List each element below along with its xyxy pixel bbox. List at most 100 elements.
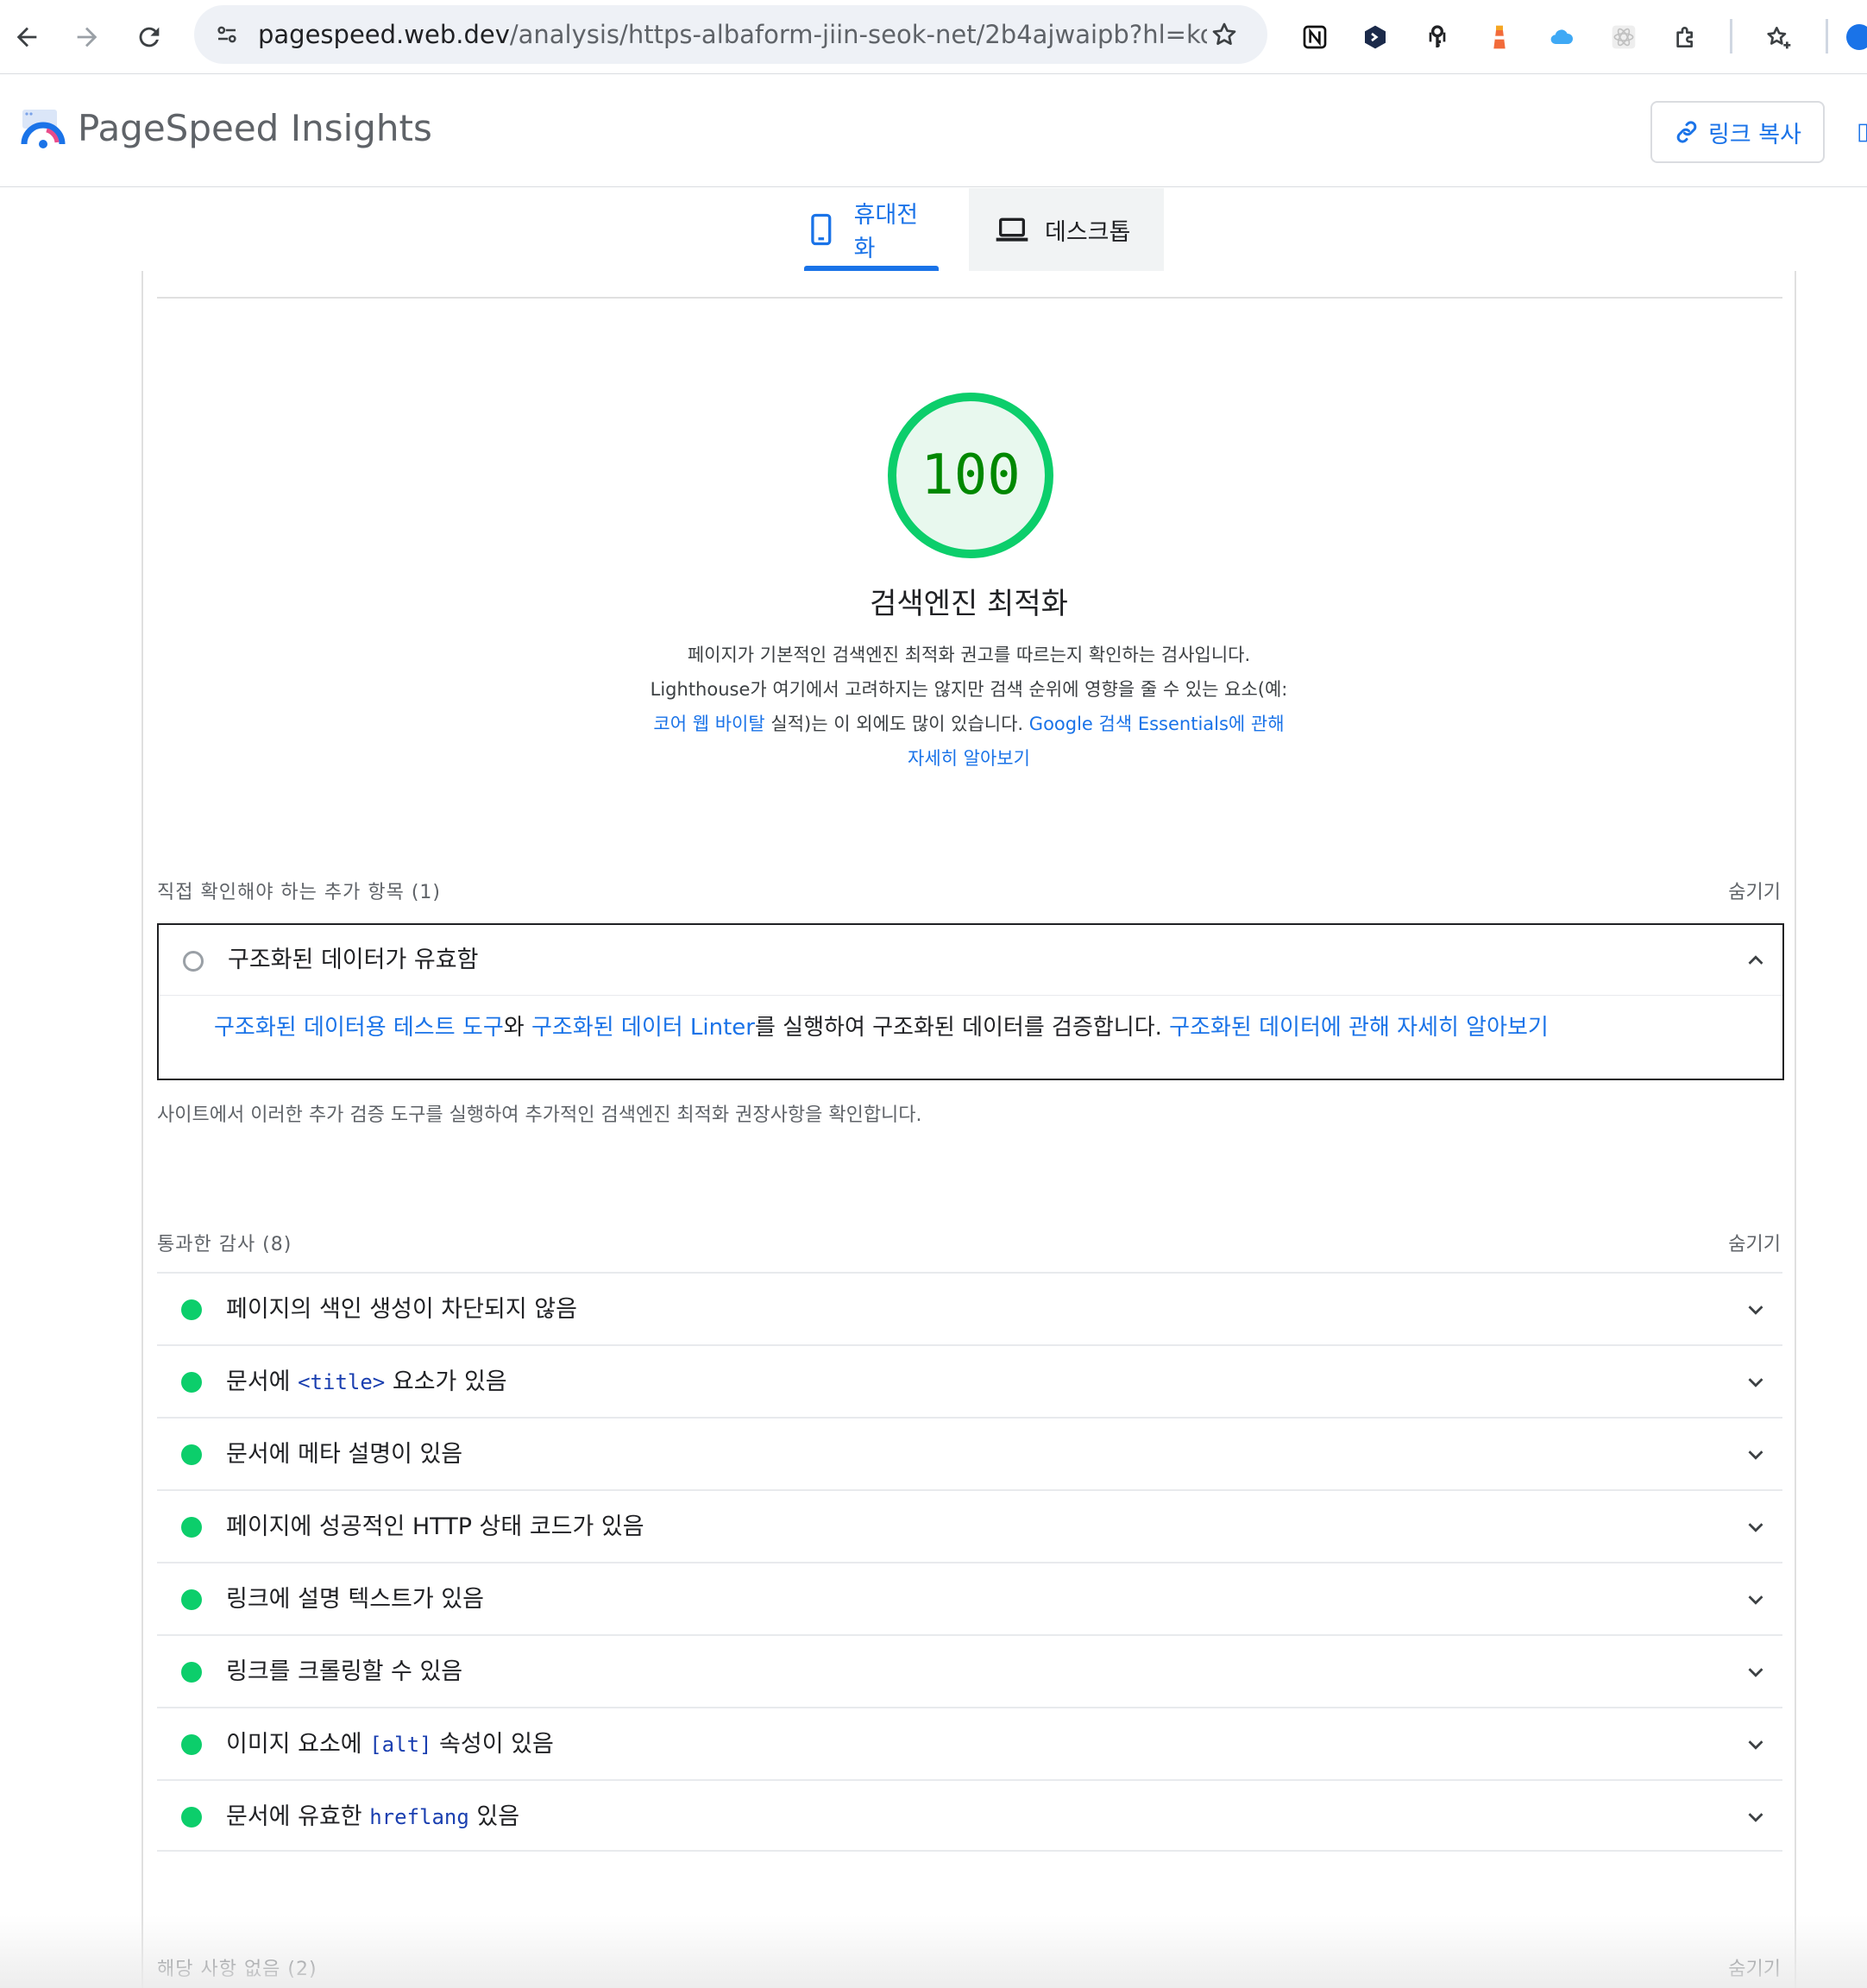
arrow-right-icon (77, 27, 97, 47)
url-text: pagespeed.web.dev/analysis/https-albafor… (258, 5, 1207, 64)
browser-toolbar: pagespeed.web.dev/analysis/https-albafor… (0, 0, 1867, 74)
chevron-down-icon[interactable] (1743, 1804, 1769, 1830)
cloud-icon[interactable] (1540, 16, 1583, 59)
site-info-icon[interactable] (210, 17, 244, 52)
chevron-down-icon[interactable] (1743, 1659, 1769, 1685)
pass-status-icon (181, 1372, 202, 1393)
category-title: 검색엔진 최적화 (870, 587, 1068, 621)
app-header: PageSpeed Insights 링크 복사 ▯ (0, 75, 1867, 187)
audit-title: 문서에 메타 설명이 있음 (226, 1441, 463, 1468)
pass-status-icon (181, 1517, 202, 1538)
tab-mobile-label: 휴대전화 (853, 202, 919, 262)
notion-icon[interactable] (1293, 16, 1336, 59)
passed-audit-list: 페이지의 색인 생성이 차단되지 않음 문서에 <title> 요소가 있음 문… (157, 1272, 1782, 1852)
copy-link-label: 링크 복사 (1708, 121, 1801, 148)
learn-more-link[interactable]: 자세히 알아보기 (908, 748, 1030, 769)
body-text-2: 를 실행하여 구조화된 데이터를 검증합니다. (755, 1015, 1170, 1041)
audit-row[interactable]: 링크에 설명 텍스트가 있음 (157, 1562, 1782, 1634)
pass-status-icon (181, 1589, 202, 1610)
pass-status-icon (181, 1807, 202, 1828)
audit-title: 이미지 요소에 [alt] 속성이 있음 (226, 1731, 554, 1758)
back-button[interactable] (5, 16, 48, 59)
structured-data-linter-link[interactable]: 구조화된 데이터 Linter (531, 1015, 755, 1041)
audit-row[interactable]: 페이지에 성공적인 HTTP 상태 코드가 있음 (157, 1489, 1782, 1562)
bookmark-star-icon[interactable] (1207, 17, 1242, 52)
pass-status-icon (181, 1662, 202, 1683)
seo-report-panel: 100 검색엔진 최적화 페이지가 기본적인 검색엔진 최적화 권고를 따르는지… (141, 271, 1796, 1988)
structured-data-audit: 구조화된 데이터가 유효함 구조화된 데이터용 테스트 도구와 구조화된 데이터… (157, 923, 1784, 1080)
audit-title: 문서에 <title> 요소가 있음 (226, 1368, 507, 1395)
chevron-up-icon[interactable] (1743, 947, 1769, 973)
chevron-down-icon[interactable] (1743, 1442, 1769, 1468)
desc-text-2: Lighthouse가 여기에서 고려하지는 않지만 검색 순위에 영향을 줄 … (650, 679, 1288, 700)
chevron-down-icon[interactable] (1743, 1369, 1769, 1395)
audit-title: 문서에 유효한 hreflang 있음 (226, 1803, 520, 1830)
arrow-left-icon (16, 27, 37, 47)
pass-status-icon (181, 1299, 202, 1320)
audit-row[interactable]: 이미지 요소에 [alt] 속성이 있음 (157, 1707, 1782, 1779)
url-path: /analysis/https-albaform-jiin-seok-net/2… (509, 20, 1207, 49)
audit-title: 링크를 크롤링할 수 있음 (226, 1658, 463, 1685)
not-applicable-hide-toggle[interactable]: 숨기기 (1728, 1953, 1781, 1981)
url-host: pagespeed.web.dev (258, 20, 510, 49)
device-tabs: 휴대전화 데스크톱 (0, 188, 1867, 271)
desc-text-1: 페이지가 기본적인 검색엔진 최적화 권고를 따르는지 확인하는 검사입니다. (687, 645, 1251, 665)
chevron-down-icon[interactable] (1743, 1587, 1769, 1613)
audit-row[interactable]: 문서에 <title> 요소가 있음 (157, 1344, 1782, 1417)
audit-title: 구조화된 데이터가 유효함 (228, 947, 479, 973)
hex-icon[interactable] (1354, 16, 1397, 59)
passed-hide-toggle[interactable]: 숨기기 (1728, 1229, 1781, 1256)
chevron-down-icon[interactable] (1743, 1732, 1769, 1758)
link-icon (1676, 121, 1697, 143)
audit-title: 링크에 설명 텍스트가 있음 (226, 1586, 484, 1613)
divider (157, 297, 1782, 299)
body-text-1: 와 (503, 1015, 531, 1041)
manual-note: 사이트에서 이러한 추가 검증 도구를 실행하여 추가적인 검색엔진 최적화 권… (157, 1104, 922, 1126)
reload-icon (139, 27, 160, 47)
audit-row[interactable]: 링크를 크롤링할 수 있음 (157, 1634, 1782, 1707)
audit-row[interactable]: 문서에 유효한 hreflang 있음 (157, 1779, 1782, 1852)
core-web-vitals-link[interactable]: 코어 웹 바이탈 (653, 714, 764, 734)
toolbar-divider (1826, 19, 1828, 53)
search-essentials-link[interactable]: Google 검색 Essentials에 관해 (1029, 714, 1285, 734)
reload-button[interactable] (128, 16, 171, 59)
structured-data-test-link[interactable]: 구조화된 데이터용 테스트 도구 (214, 1015, 504, 1041)
audit-row[interactable]: 페이지의 색인 생성이 차단되지 않음 (157, 1272, 1782, 1344)
app-title: PageSpeed Insights (78, 107, 432, 149)
pass-status-icon (181, 1734, 202, 1755)
reading-list-icon[interactable] (1757, 16, 1801, 59)
address-bar[interactable]: pagespeed.web.dev/analysis/https-albafor… (194, 5, 1267, 64)
tab-desktop-label: 데스크톱 (1045, 218, 1131, 246)
audit-description: 구조화된 데이터용 테스트 도구와 구조화된 데이터 Linter를 실행하여 … (214, 1010, 1549, 1041)
manual-hide-toggle[interactable]: 숨기기 (1728, 877, 1781, 904)
audit-header[interactable]: 구조화된 데이터가 유효함 (159, 925, 1782, 996)
lighthouse-icon[interactable] (1478, 16, 1521, 59)
structured-data-learn-more-link[interactable]: 구조화된 데이터에 관해 자세히 알아보기 (1169, 1015, 1549, 1041)
toolbar-divider (1730, 19, 1732, 53)
desc-text-3: 실적)는 이 외에도 많이 있습니다. (764, 714, 1029, 734)
audit-row[interactable]: 문서에 메타 설명이 있음 (157, 1417, 1782, 1489)
react-icon[interactable] (1602, 16, 1645, 59)
pass-status-icon (181, 1444, 202, 1465)
category-description: 페이지가 기본적인 검색엔진 최적화 권고를 따르는지 확인하는 검사입니다. … (619, 638, 1318, 776)
puzzle-icon[interactable] (1664, 16, 1707, 59)
clipped-menu-button[interactable]: ▯ (1857, 118, 1867, 145)
forward-button[interactable] (66, 16, 109, 59)
manual-group-title: 직접 확인해야 하는 추가 항목 (1) (157, 882, 442, 903)
key-icon[interactable] (1416, 16, 1459, 59)
score-value: 100 (921, 444, 1021, 507)
profile-avatar[interactable] (1846, 16, 1867, 59)
laptop-icon (996, 217, 1028, 242)
tab-desktop[interactable]: 데스크톱 (969, 188, 1164, 271)
chevron-down-icon[interactable] (1743, 1297, 1769, 1323)
tab-mobile[interactable]: 휴대전화 (804, 188, 939, 271)
chevron-down-icon[interactable] (1743, 1514, 1769, 1540)
audit-title: 페이지에 성공적인 HTTP 상태 코드가 있음 (226, 1513, 644, 1540)
manual-status-icon (183, 951, 204, 972)
not-applicable-group-title: 해당 사항 없음 (2) (157, 1959, 317, 1980)
audit-title: 페이지의 색인 생성이 차단되지 않음 (226, 1296, 577, 1323)
passed-group-title: 통과한 감사 (8) (157, 1234, 292, 1255)
smartphone-icon (811, 213, 832, 246)
pagespeed-logo-icon (21, 110, 66, 148)
copy-link-button[interactable]: 링크 복사 (1650, 101, 1825, 163)
